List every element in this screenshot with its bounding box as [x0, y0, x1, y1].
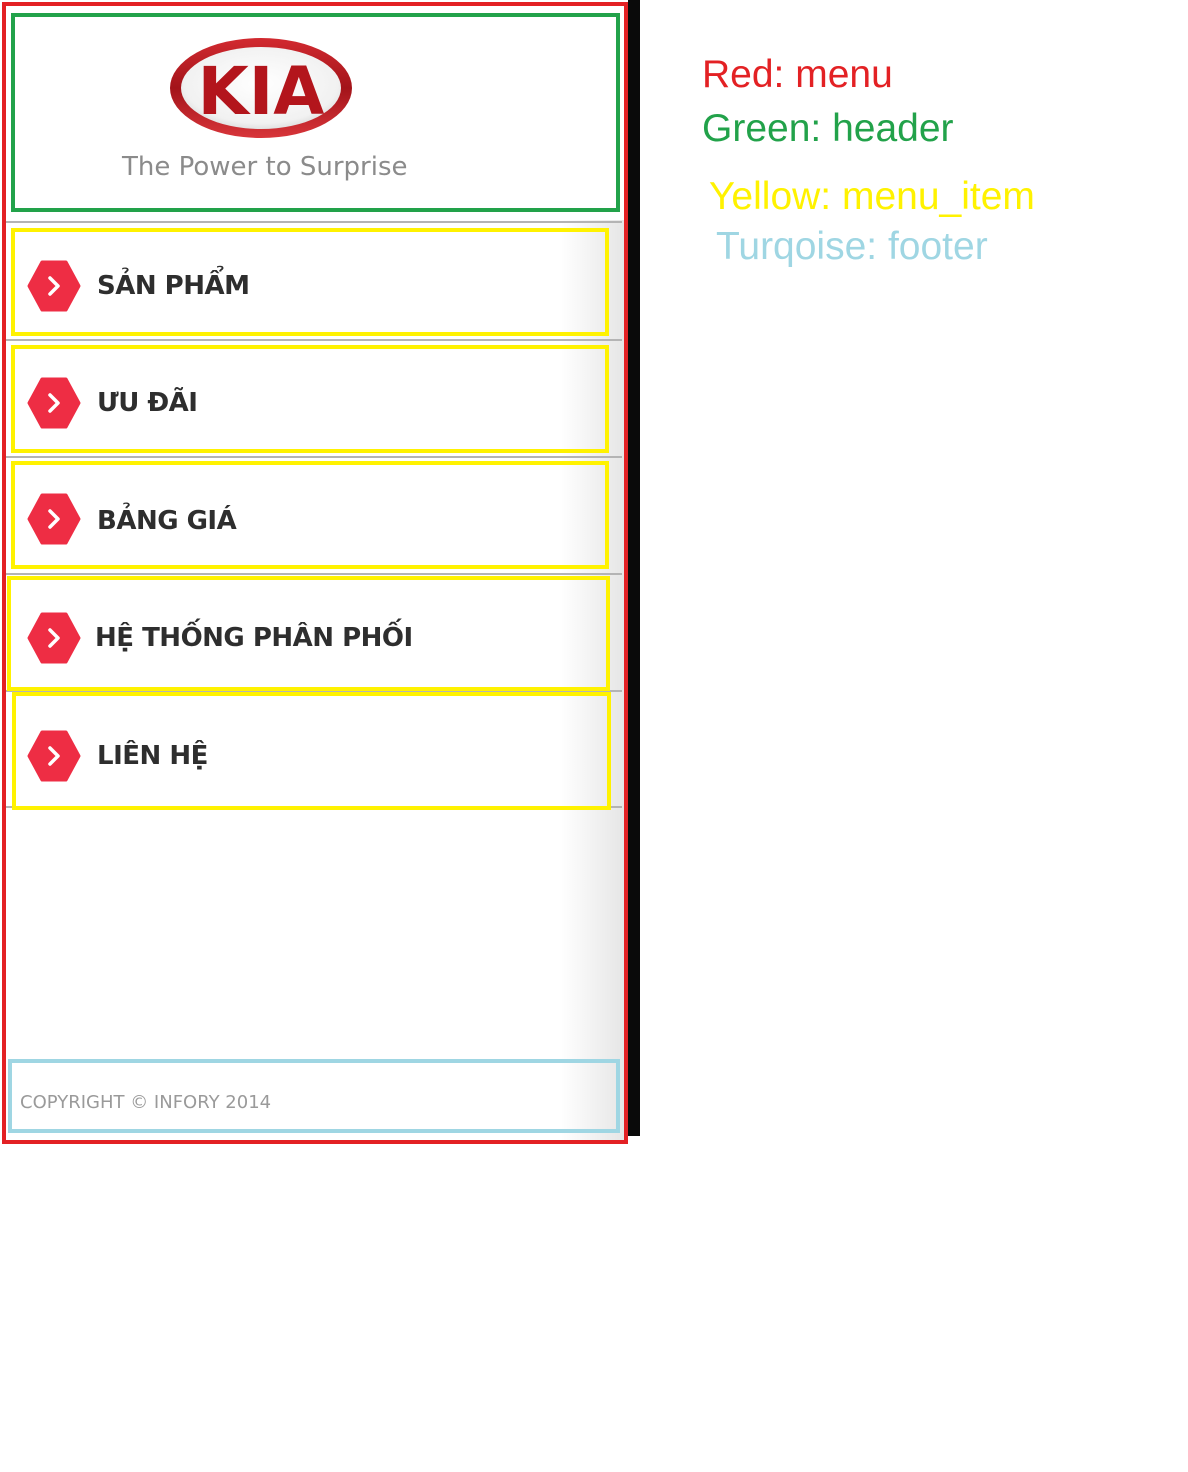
screen-edge: [628, 0, 640, 1136]
header-outline-annotation: [11, 13, 620, 212]
legend-yellow: Yellow: menu_item: [709, 175, 1035, 218]
annotated-screenshot: KIA The Power to Surprise SẢN PHẨM ƯU ĐÃ…: [0, 0, 1188, 1472]
legend-green: Green: header: [702, 107, 954, 150]
legend-red: Red: menu: [702, 53, 893, 96]
footer-outline-annotation: [8, 1059, 620, 1133]
legend-turquoise: Turqoise: footer: [716, 225, 988, 268]
